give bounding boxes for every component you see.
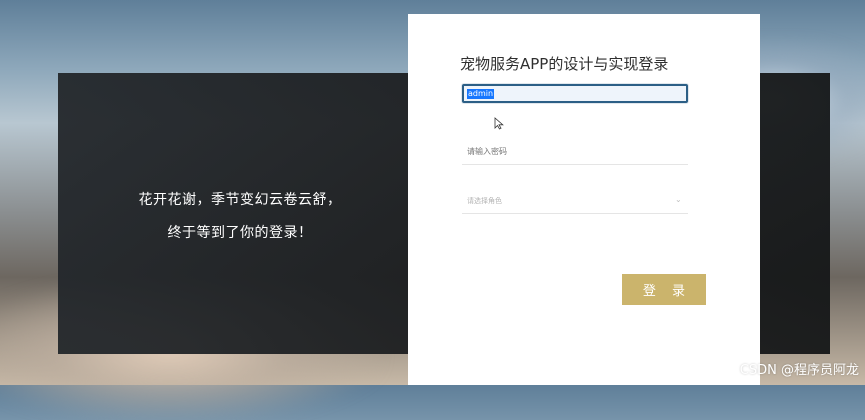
role-select[interactable]: 请选择角色 ⌄: [462, 188, 688, 214]
mouse-pointer-icon: [494, 117, 504, 130]
slogan-line-2: 终于等到了你的登录！: [167, 225, 313, 241]
watermark-text: CSDN @程序员阿龙: [739, 363, 859, 378]
username-input[interactable]: [462, 84, 688, 103]
password-input[interactable]: [462, 139, 688, 165]
role-select-placeholder: 请选择角色: [467, 197, 502, 205]
chevron-down-icon: ⌄: [675, 195, 682, 204]
login-title: 宠物服务APP的设计与实现登录: [460, 55, 669, 73]
login-card: 宠物服务APP的设计与实现登录 admin 请选择角色 ⌄ 登 录: [408, 14, 760, 385]
login-button[interactable]: 登 录: [622, 274, 706, 305]
slogan-line-1: 花开花谢，季节变幻云卷云舒，: [138, 192, 342, 208]
